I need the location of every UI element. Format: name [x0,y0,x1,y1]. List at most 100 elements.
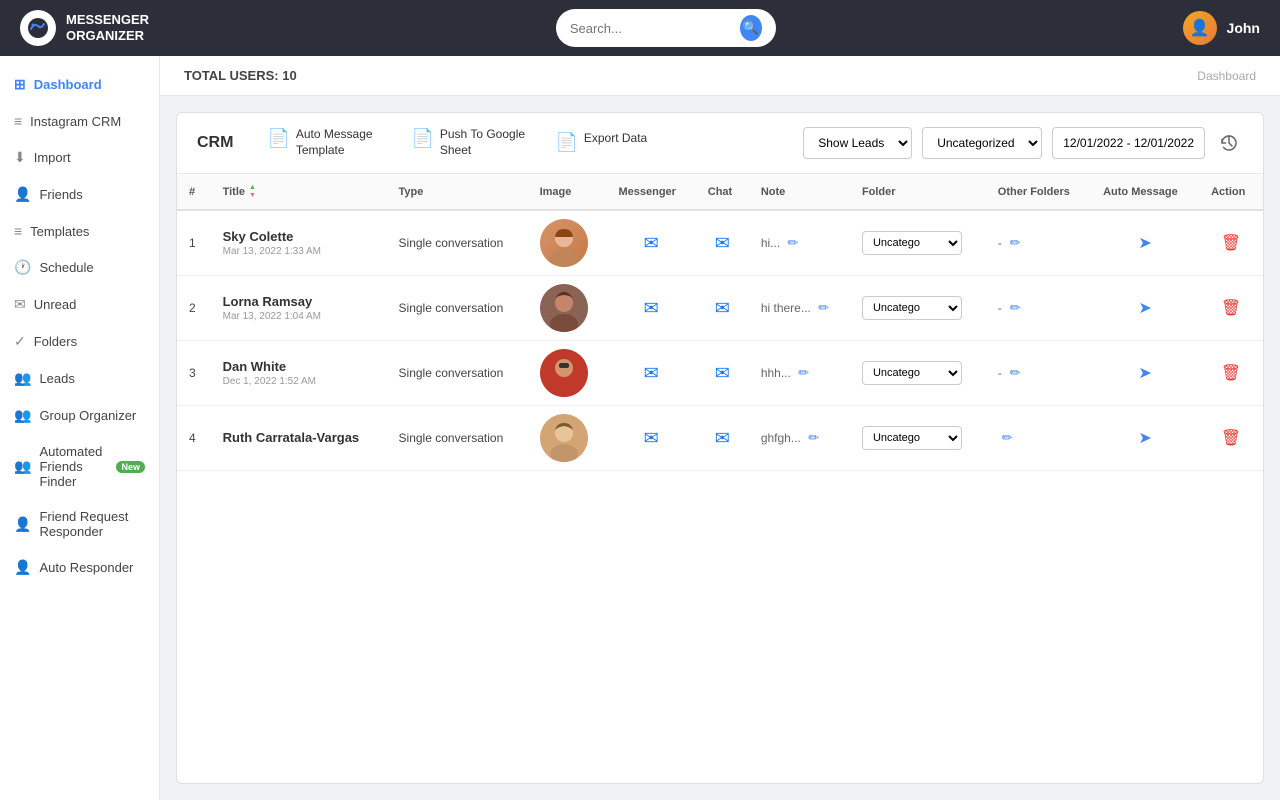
row-num: 2 [177,276,211,341]
sidebar-item-friend-request[interactable]: 👤 Friend Request Responder [0,499,159,549]
instagram-crm-icon: ≡ [14,113,22,129]
user-avatar [540,219,588,267]
push-google-label: Push To Google Sheet [440,127,532,158]
sidebar-item-automated-friends[interactable]: 👥 Automated Friends Finder New [0,434,159,499]
sidebar-item-instagram-crm[interactable]: ≡ Instagram CRM [0,103,159,139]
row-messenger[interactable]: ✉ [606,210,695,276]
category-select[interactable]: Uncategorized [922,127,1042,159]
row-auto-message[interactable]: ➤ [1091,341,1199,406]
col-folder: Folder [850,174,986,210]
sidebar-item-auto-responder[interactable]: 👤 Auto Responder [0,549,159,586]
row-auto-message[interactable]: ➤ [1091,210,1199,276]
sidebar-item-friends[interactable]: 👤 Friends [0,176,159,213]
friend-request-icon: 👤 [14,516,31,533]
row-folder[interactable]: Uncatego [850,210,986,276]
search-input[interactable] [570,21,732,36]
sidebar-item-dashboard[interactable]: ⊞ Dashboard [0,66,159,103]
crm-title: CRM [197,134,233,152]
dashboard-icon: ⊞ [14,76,26,93]
note-text: hhh... [761,366,791,380]
sidebar-label-dashboard: Dashboard [34,77,102,92]
user-name: Ruth Carratala-Vargas [223,430,375,445]
crm-table-wrapper: # Title ▲ ▼ Type [177,174,1263,783]
row-action[interactable]: 🗑 [1199,406,1263,471]
note-edit-icon[interactable]: ✏ [788,235,799,250]
other-folder-edit-icon[interactable]: ✏ [1010,300,1021,316]
row-chat[interactable]: ✉ [696,341,749,406]
table-row: 3 Dan White Dec 1, 2022 1:52 AM Single c… [177,341,1263,406]
delete-icon[interactable]: 🗑 [1221,300,1241,317]
history-button[interactable] [1215,129,1243,157]
sidebar-item-schedule[interactable]: 🕐 Schedule [0,249,159,286]
row-type: Single conversation [387,406,528,471]
note-text: hi... [761,236,780,250]
unread-icon: ✉ [14,296,26,313]
note-text: hi there... [761,301,811,315]
avatar: 👤 [1183,11,1217,45]
other-folder-edit-icon[interactable]: ✏ [1010,365,1021,381]
show-leads-select[interactable]: Show Leads [803,127,912,159]
folder-select[interactable]: Uncatego [862,361,962,385]
note-edit-icon[interactable]: ✏ [808,430,819,445]
row-action[interactable]: 🗑 [1199,276,1263,341]
search-area[interactable]: 🔍 [556,9,776,47]
auto-message-label: Auto Message Template [296,127,388,158]
row-messenger[interactable]: ✉ [606,276,695,341]
row-messenger[interactable]: ✉ [606,406,695,471]
table-row: 4 Ruth Carratala-Vargas Single conversat… [177,406,1263,471]
sidebar-item-templates[interactable]: ≡ Templates [0,213,159,249]
sidebar-item-unread[interactable]: ✉ Unread [0,286,159,323]
table-row: 1 Sky Colette Mar 13, 2022 1:33 AM Singl… [177,210,1263,276]
row-image [528,276,607,341]
push-google-sheet-button[interactable]: 📄 Push To Google Sheet [411,127,531,158]
row-action[interactable]: 🗑 [1199,210,1263,276]
folder-select[interactable]: Uncatego [862,296,962,320]
col-note: Note [749,174,850,210]
row-folder[interactable]: Uncatego [850,341,986,406]
sort-up-icon: ▲ [249,184,256,191]
user-avatar [540,414,588,462]
note-edit-icon[interactable]: ✏ [818,300,829,315]
delete-icon[interactable]: 🗑 [1221,235,1241,252]
row-messenger[interactable]: ✉ [606,341,695,406]
chat-icon: ✉ [715,428,730,448]
row-num: 4 [177,406,211,471]
folder-select[interactable]: Uncatego [862,426,962,450]
templates-icon: ≡ [14,223,22,239]
search-button[interactable]: 🔍 [740,15,762,41]
title-sort-arrows[interactable]: ▲ ▼ [249,184,256,199]
note-edit-icon[interactable]: ✏ [798,365,809,380]
row-auto-message[interactable]: ➤ [1091,406,1199,471]
row-chat[interactable]: ✉ [696,210,749,276]
row-folder[interactable]: Uncatego [850,406,986,471]
other-folder-dash: - [998,236,1002,250]
row-auto-message[interactable]: ➤ [1091,276,1199,341]
row-folder[interactable]: Uncatego [850,276,986,341]
toolbar-controls: Show Leads Uncategorized 12/01/2022 - 12… [803,127,1243,159]
sidebar-item-folders[interactable]: ✓ Folders [0,323,159,360]
folder-select[interactable]: Uncatego [862,231,962,255]
sidebar-label-instagram-crm: Instagram CRM [30,114,121,129]
auto-message-send-icon: ➤ [1138,235,1151,252]
row-image [528,341,607,406]
row-chat[interactable]: ✉ [696,406,749,471]
schedule-icon: 🕐 [14,259,31,276]
other-folder-edit-icon[interactable]: ✏ [1002,430,1013,446]
sidebar-item-import[interactable]: ⬇ Import [0,139,159,176]
export-data-button[interactable]: 📄 Export Data [555,131,647,154]
row-other-folders: ✏ [986,406,1091,471]
sidebar-item-group-organizer[interactable]: 👥 Group Organizer [0,397,159,434]
delete-icon[interactable]: 🗑 [1221,430,1241,447]
auto-message-template-button[interactable]: 📄 Auto Message Template [267,127,387,158]
sidebar-item-leads[interactable]: 👥 Leads [0,360,159,397]
date-range-display[interactable]: 12/01/2022 - 12/01/2022 [1052,127,1205,159]
delete-icon[interactable]: 🗑 [1221,365,1241,382]
other-folder-edit-icon[interactable]: ✏ [1010,235,1021,251]
logo-icon [20,10,56,46]
row-chat[interactable]: ✉ [696,276,749,341]
row-action[interactable]: 🗑 [1199,341,1263,406]
header: MESSENGER ORGANIZER 🔍 👤 John [0,0,1280,56]
col-title[interactable]: Title ▲ ▼ [211,174,387,210]
sidebar-label-friend-request: Friend Request Responder [39,509,145,539]
logo-text: MESSENGER ORGANIZER [66,12,149,43]
